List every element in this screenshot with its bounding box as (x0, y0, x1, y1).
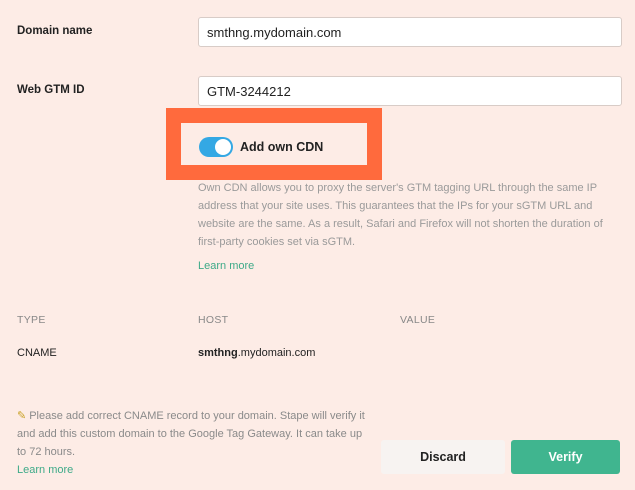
record-host-subdomain: smthng (198, 347, 238, 359)
column-header-value: VALUE (400, 314, 436, 326)
toggle-knob (215, 139, 231, 155)
cdn-learn-more-link[interactable]: Learn more (198, 260, 254, 272)
table-row: CNAME smthng.mydomain.com (0, 340, 635, 366)
add-own-cdn-label: Add own CDN (240, 140, 324, 154)
pencil-icon: ✎ (17, 410, 27, 422)
verify-button[interactable]: Verify (511, 440, 620, 474)
record-host-domain: .mydomain.com (237, 347, 316, 359)
column-header-type: TYPE (17, 314, 46, 326)
web-gtm-id-label: Web GTM ID (17, 84, 85, 96)
add-own-cdn-toggle[interactable] (199, 137, 233, 157)
cname-note-text: Please add correct CNAME record to your … (17, 410, 365, 458)
domain-name-label: Domain name (17, 25, 93, 37)
domain-name-input[interactable] (198, 17, 622, 47)
discard-button[interactable]: Discard (381, 440, 505, 474)
web-gtm-id-input[interactable] (198, 76, 622, 106)
column-header-host: HOST (198, 314, 229, 326)
cname-note: ✎ Please add correct CNAME record to your… (17, 407, 367, 479)
cdn-description: Own CDN allows you to proxy the server's… (198, 182, 603, 248)
record-type-cell: CNAME (17, 347, 57, 359)
record-host-cell: smthng.mydomain.com (198, 347, 315, 359)
note-learn-more-link[interactable]: Learn more (17, 464, 73, 476)
